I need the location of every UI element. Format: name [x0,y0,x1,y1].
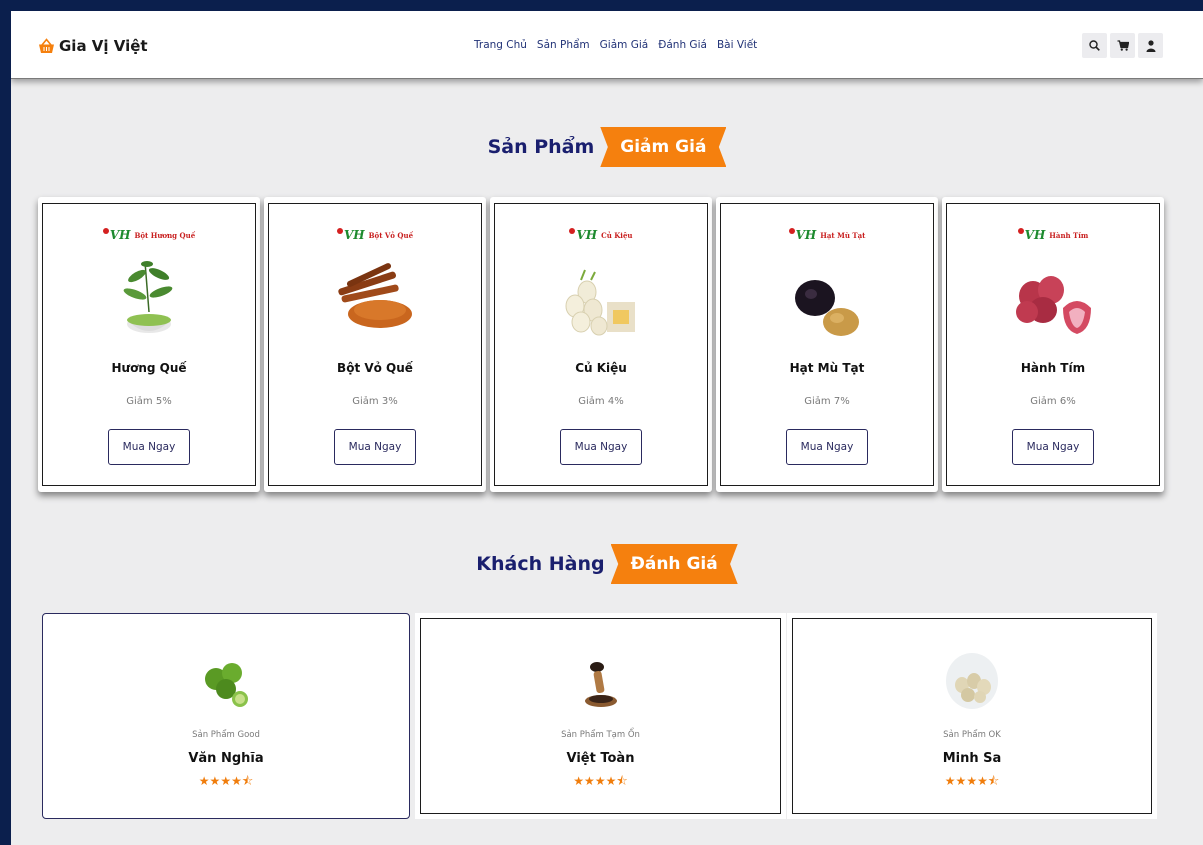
product-discount: Giảm 3% [352,396,398,407]
review-product-image [584,662,617,707]
logo-text: Gia Vị Việt [59,37,148,55]
brand-logo: VH [103,228,131,242]
nav-home[interactable]: Trang Chủ [474,39,527,51]
buy-now-button[interactable]: Mua Ngay [1012,429,1094,465]
product-brand: VH Bột Vỏ Quế [269,228,481,242]
product-discount: Giảm 5% [126,396,172,407]
rating-stars-icon: ★★★★⯪ [198,774,254,788]
review-card: Sản Phẩm Tạm Ổn Việt Toàn ★★★★⯪ [415,613,786,819]
heading-products-b: Giảm Giá [600,127,727,167]
header-actions [1082,33,1163,58]
product-name: Hành Tím [1020,361,1086,375]
review-card: Sản Phẩm OK Minh Sa ★★★★⯪ [787,613,1157,819]
heading-reviews-a: Khách Hàng [476,553,605,575]
discount-section-heading: Sản Phẩm Giảm Giá [11,126,1203,168]
cart-icon [1117,40,1129,51]
rating-stars-icon: ★★★★⯪ [573,774,628,788]
search-button[interactable] [1082,33,1107,58]
header: Gia Vị Việt Trang Chủ Sản Phẩm Giảm Giá … [11,11,1203,79]
product-image [123,261,173,333]
cart-button[interactable] [1110,33,1135,58]
product-image [565,269,635,336]
product-name: Bột Vỏ Quế [337,361,413,375]
product-card: VH Hạt Mù Tạt Hạt Mù Tạt Giảm 7% Mua Nga… [716,197,938,492]
nav-blog[interactable]: Bài Viết [717,39,757,51]
rating-stars-icon: ★★★★⯪ [944,774,1000,788]
buy-now-button[interactable]: Mua Ngay [334,429,416,465]
product-discount: Giảm 4% [578,396,624,407]
product-brand: VH Củ Kiệu [495,228,707,242]
brand-logo: VH [569,228,597,242]
review-section-heading: Khách Hàng Đánh Giá [11,543,1203,585]
review-card: Sản Phẩm Good Văn Nghĩa ★★★★⯪ [42,613,410,819]
heading-reviews-b: Đánh Giá [610,544,738,584]
heading-products-a: Sản Phẩm [487,136,595,158]
account-button[interactable] [1138,33,1163,58]
review-tag: Sản Phẩm OK [943,730,1001,740]
review-product-image [946,653,998,709]
nav-reviews[interactable]: Đánh Giá [658,39,707,51]
product-brand: VH Hạt Mù Tạt [721,228,933,242]
brand-logo: VH [337,228,365,242]
product-discount: Giảm 6% [1030,396,1076,407]
product-image [338,263,412,328]
product-name: Hương Quế [111,361,187,375]
product-card: VH Hành Tím Hành Tím Giảm 6% Mua Ngay [942,197,1164,492]
nav-discount[interactable]: Giảm Giá [600,39,649,51]
brand-logo: VH [789,228,817,242]
logo[interactable]: Gia Vị Việt [38,35,148,57]
product-image [795,280,859,336]
product-card: VH Củ Kiệu Củ Kiệu Giảm 4% Mua Ngay [490,197,712,492]
review-product-image [205,663,248,707]
reviewer-name: Việt Toàn [566,751,635,766]
product-card: VH Bột Hương Quế Hương Quế Giảm 5% Mua N… [38,197,260,492]
review-tag: Sản Phẩm Tạm Ổn [561,730,640,740]
main-nav: Trang Chủ Sản Phẩm Giảm Giá Đánh Giá Bài… [474,39,757,51]
product-name: Củ Kiệu [575,361,627,375]
product-brand: VH Bột Hương Quế [43,228,255,242]
product-card: VH Bột Vỏ Quế Bột Vỏ Quế Giảm 3% Mua Nga… [264,197,486,492]
reviewer-name: Minh Sa [942,751,1002,766]
review-tag: Sản Phẩm Good [192,730,260,740]
user-icon [1146,39,1155,52]
reviewer-name: Văn Nghĩa [188,751,264,766]
product-discount: Giảm 7% [804,396,850,407]
buy-now-button[interactable]: Mua Ngay [108,429,190,465]
product-image [1016,276,1091,334]
page: Gia Vị Việt Trang Chủ Sản Phẩm Giảm Giá … [11,11,1203,845]
product-brand: VH Hành Tím [947,228,1159,242]
buy-now-button[interactable]: Mua Ngay [786,429,868,465]
search-icon [1089,40,1100,51]
nav-products[interactable]: Sản Phẩm [537,39,590,51]
brand-logo: VH [1018,228,1046,242]
product-name: Hạt Mù Tạt [789,361,865,375]
buy-now-button[interactable]: Mua Ngay [560,429,642,465]
basket-icon [38,38,55,54]
